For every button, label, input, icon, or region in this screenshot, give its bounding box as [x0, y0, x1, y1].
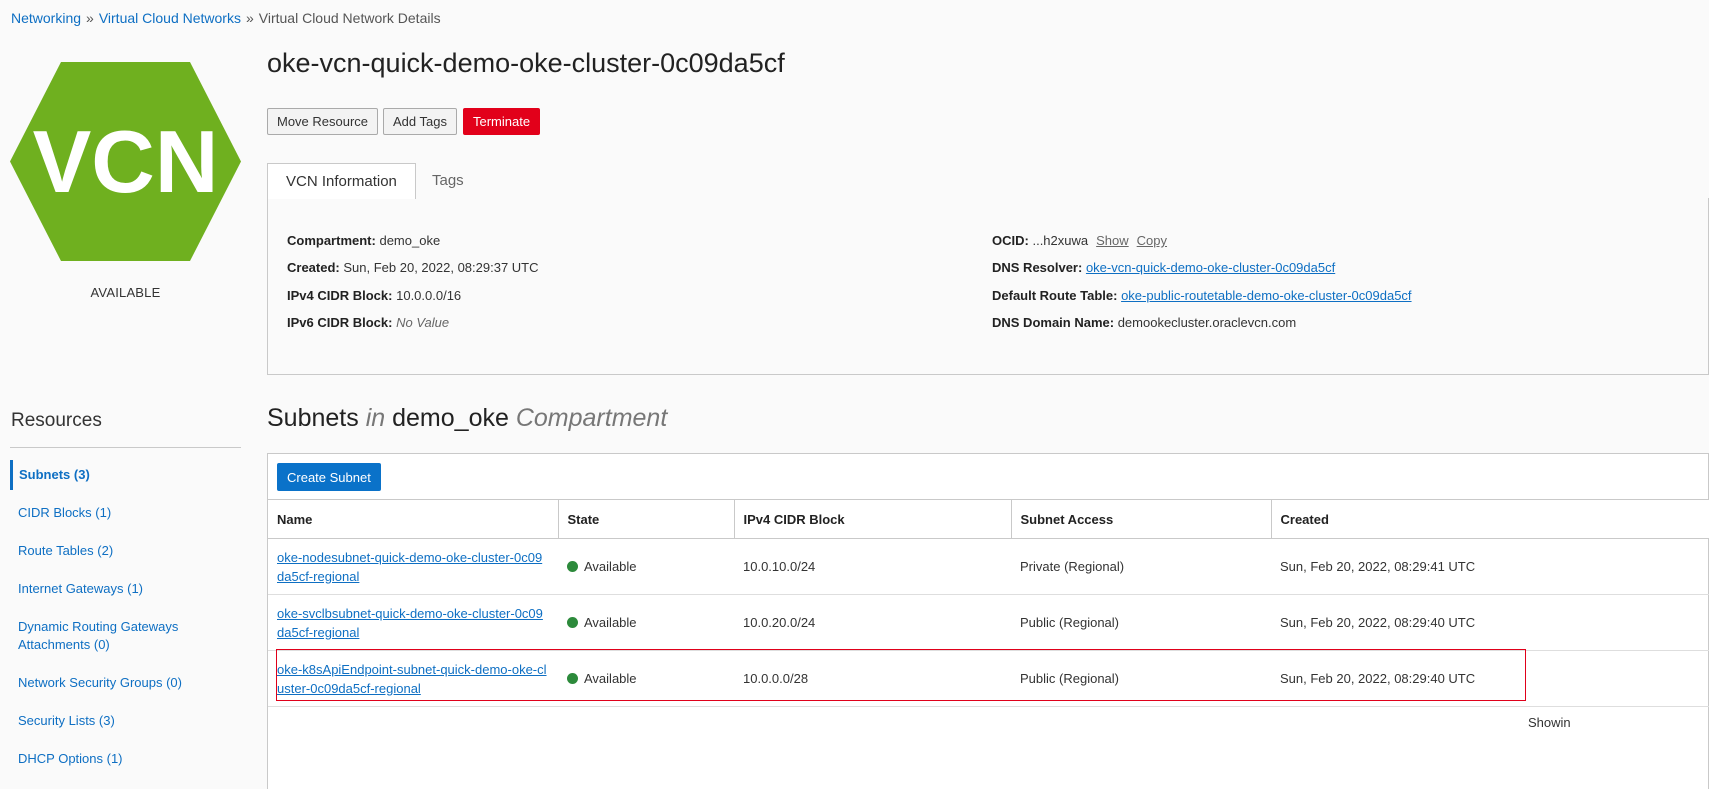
column-header-ipv4-cidr[interactable]: IPv4 CIDR Block	[734, 499, 1012, 539]
breadcrumb-separator: »	[245, 10, 254, 26]
ipv6-value: No Value	[396, 315, 450, 330]
status-dot-icon	[567, 673, 578, 684]
ocid-show-link[interactable]: Show	[1096, 233, 1129, 248]
dns-domain-label: DNS Domain Name:	[992, 315, 1115, 330]
subnets-table-container: Create Subnet Name State IPv4 CIDR Block…	[267, 453, 1709, 789]
status-dot-icon	[567, 617, 578, 628]
ipv6-label: IPv6 CIDR Block:	[287, 315, 393, 330]
subnets-heading-compartment: demo_oke	[392, 404, 509, 432]
subnet-created-cell: Sun, Feb 20, 2022, 08:29:40 UTC	[1271, 594, 1709, 651]
subnet-cidr-cell: 10.0.10.0/24	[734, 538, 1011, 595]
compartment-value: demo_oke	[379, 233, 441, 248]
dns-resolver-label: DNS Resolver:	[992, 260, 1083, 275]
resources-item-network-security-groups[interactable]: Network Security Groups (0)	[10, 668, 241, 698]
breadcrumb-link-networking[interactable]: Networking	[11, 10, 81, 26]
subnet-cidr-cell: 10.0.0.0/28	[734, 650, 1011, 707]
subnet-access-cell: Public (Regional)	[1011, 594, 1271, 651]
table-row: oke-svclbsubnet-quick-demo-oke-cluster-0…	[268, 594, 1709, 651]
subnet-name-link[interactable]: oke-k8sApiEndpoint-subnet-quick-demo-oke…	[277, 660, 549, 698]
created-value: Sun, Feb 20, 2022, 08:29:37 UTC	[343, 260, 539, 275]
table-row: oke-k8sApiEndpoint-subnet-quick-demo-oke…	[268, 650, 1709, 707]
resources-item-cidr-blocks[interactable]: CIDR Blocks (1)	[10, 498, 241, 528]
pagination-showing-text: Showin	[1528, 715, 1571, 730]
tab-tags[interactable]: Tags	[432, 163, 464, 198]
subnets-heading-suffix: Compartment	[515, 404, 668, 432]
page-title: oke-vcn-quick-demo-oke-cluster-0c09da5cf	[267, 48, 785, 78]
subnet-cidr-cell: 10.0.20.0/24	[734, 594, 1011, 651]
add-tags-button[interactable]: Add Tags	[383, 108, 457, 135]
vcn-hexagon-icon: VCN	[10, 62, 241, 261]
route-table-link[interactable]: oke-public-routetable-demo-oke-cluster-0…	[1121, 288, 1411, 303]
breadcrumb-link-virtual-cloud-networks[interactable]: Virtual Cloud Networks	[99, 10, 241, 26]
dns-domain-value: demookecluster.oraclevcn.com	[1117, 315, 1297, 330]
lifecycle-status: AVAILABLE	[90, 285, 161, 300]
create-subnet-button[interactable]: Create Subnet	[277, 463, 381, 491]
subnets-heading-in: in	[365, 404, 386, 432]
subnets-table: Name State IPv4 CIDR Block Subnet Access…	[268, 499, 1709, 707]
breadcrumb-current: Virtual Cloud Network Details	[258, 10, 441, 26]
resources-item-dhcp-options[interactable]: DHCP Options (1)	[10, 744, 241, 774]
resources-divider	[10, 447, 241, 448]
route-table-label: Default Route Table:	[992, 288, 1118, 303]
resources-item-subnets[interactable]: Subnets (3)	[10, 460, 241, 490]
compartment-label: Compartment:	[287, 233, 376, 248]
info-compartment: Compartment: demo_oke	[287, 233, 440, 248]
info-default-route-table: Default Route Table: oke-public-routetab…	[992, 288, 1412, 303]
subnet-state-cell: Available	[558, 650, 734, 707]
subnet-name-link[interactable]: oke-svclbsubnet-quick-demo-oke-cluster-0…	[277, 604, 549, 642]
resources-heading: Resources	[11, 410, 102, 431]
ocid-value: ...h2xuwa	[1032, 233, 1089, 248]
subnet-name-link[interactable]: oke-nodesubnet-quick-demo-oke-cluster-0c…	[277, 548, 549, 586]
resources-nav: Subnets (3) CIDR Blocks (1) Route Tables…	[10, 460, 241, 774]
column-header-state[interactable]: State	[558, 499, 735, 539]
resources-item-security-lists[interactable]: Security Lists (3)	[10, 706, 241, 736]
column-header-name[interactable]: Name	[268, 499, 559, 539]
subnet-state-cell: Available	[558, 594, 734, 651]
ocid-label: OCID:	[992, 233, 1029, 248]
subnet-access-cell: Public (Regional)	[1011, 650, 1271, 707]
subnet-access-cell: Private (Regional)	[1011, 538, 1271, 595]
move-resource-button[interactable]: Move Resource	[267, 108, 379, 135]
info-dns-domain: DNS Domain Name: demookecluster.oraclevc…	[992, 315, 1296, 330]
subnet-state-cell: Available	[558, 538, 734, 595]
subnet-name-cell: oke-k8sApiEndpoint-subnet-quick-demo-oke…	[268, 650, 558, 707]
column-header-created[interactable]: Created	[1271, 499, 1709, 539]
subnet-created-cell: Sun, Feb 20, 2022, 08:29:40 UTC	[1271, 650, 1709, 707]
subnets-heading-title: Subnets	[267, 404, 359, 432]
resources-item-drg-attachments[interactable]: Dynamic Routing Gateways Attachments (0)	[10, 612, 241, 660]
resources-item-internet-gateways[interactable]: Internet Gateways (1)	[10, 574, 241, 604]
dns-resolver-link[interactable]: oke-vcn-quick-demo-oke-cluster-0c09da5cf	[1086, 260, 1335, 275]
vcn-icon-label: VCN	[33, 112, 219, 211]
breadcrumb-separator: »	[86, 10, 94, 26]
subnet-state: Available	[584, 559, 637, 574]
breadcrumb: Networking» Virtual Cloud Networks» Virtua…	[11, 10, 441, 26]
ocid-copy-link[interactable]: Copy	[1137, 233, 1167, 248]
subnet-created-cell: Sun, Feb 20, 2022, 08:29:41 UTC	[1271, 538, 1709, 595]
terminate-button[interactable]: Terminate	[463, 108, 541, 135]
vcn-info-panel: Compartment: demo_oke Created: Sun, Feb …	[267, 198, 1709, 375]
table-header-row: Name State IPv4 CIDR Block Subnet Access…	[268, 499, 1709, 539]
column-header-subnet-access[interactable]: Subnet Access	[1011, 499, 1272, 539]
resources-item-route-tables[interactable]: Route Tables (2)	[10, 536, 241, 566]
table-row: oke-nodesubnet-quick-demo-oke-cluster-0c…	[268, 538, 1709, 595]
info-ipv6: IPv6 CIDR Block: No Value	[287, 315, 449, 330]
ipv4-label: IPv4 CIDR Block:	[287, 288, 393, 303]
info-created: Created: Sun, Feb 20, 2022, 08:29:37 UTC	[287, 260, 539, 275]
subnet-state: Available	[584, 615, 637, 630]
subnets-heading: Subnets in demo_oke Compartment	[267, 404, 667, 433]
ipv4-value: 10.0.0.0/16	[396, 288, 462, 303]
subnet-state: Available	[584, 671, 637, 686]
info-ocid: OCID: ...h2xuwa Show Copy	[992, 233, 1167, 248]
subnet-name-cell: oke-nodesubnet-quick-demo-oke-cluster-0c…	[268, 538, 558, 595]
subnet-name-cell: oke-svclbsubnet-quick-demo-oke-cluster-0…	[268, 594, 558, 651]
created-label: Created:	[287, 260, 340, 275]
info-ipv4: IPv4 CIDR Block: 10.0.0.0/16	[287, 288, 461, 303]
status-dot-icon	[567, 561, 578, 572]
tab-vcn-information[interactable]: VCN Information	[267, 163, 416, 199]
info-dns-resolver: DNS Resolver: oke-vcn-quick-demo-oke-clu…	[992, 260, 1335, 275]
